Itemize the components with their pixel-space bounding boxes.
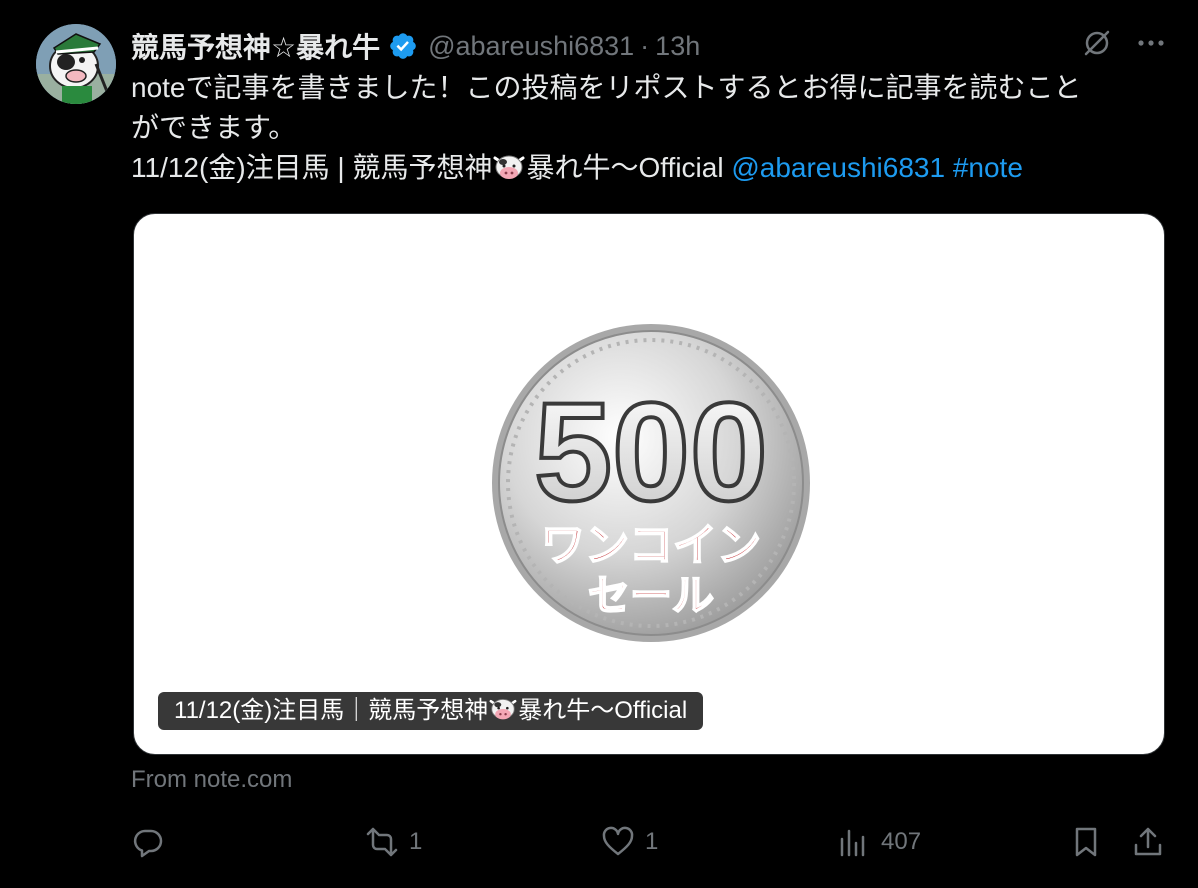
post-text-line-1: noteで記事を書きました！この投稿をリポストするとお得に記事を読むこと <box>131 72 1082 103</box>
post-text-prefix: 11/12(金)注目馬 | 競馬予想神 <box>131 152 493 183</box>
bookmark-icon <box>1075 827 1097 857</box>
repost-button[interactable]: 1 <box>365 822 422 862</box>
like-button[interactable]: 1 <box>601 822 658 862</box>
post-text-suffix: 暴れ牛〜Official <box>526 152 724 183</box>
card-title: 11/12(金)注目馬｜競馬予想神 暴れ牛〜Official <box>158 692 704 730</box>
like-count: 1 <box>645 828 659 855</box>
coin-image: 500 ワンコイン セール <box>492 324 810 642</box>
cow-emoji-icon <box>492 152 526 182</box>
coin-text-1: ワンコイン <box>541 520 761 571</box>
share-icon <box>1134 827 1162 856</box>
cow-emoji-icon <box>488 696 518 722</box>
verified-badge-icon <box>388 31 418 61</box>
post-text-line-3: 11/12(金)注目馬 | 競馬予想神 暴れ牛〜Official @abareus… <box>131 148 1161 188</box>
action-bar: 1 1 407 <box>131 822 1171 862</box>
more-icon[interactable] <box>1134 26 1168 60</box>
meta-separator: · <box>640 30 650 61</box>
share-button[interactable] <box>1131 822 1165 862</box>
post-time[interactable]: 13h <box>655 31 700 62</box>
post[interactable]: 競馬予想神☆暴れ牛 @abareushi6831 · 13h noteで記事を書… <box>0 0 1198 888</box>
heart-icon <box>602 826 634 856</box>
reply-icon <box>133 829 163 858</box>
card-title-suffix: 暴れ牛〜Official <box>518 697 688 724</box>
post-header: 競馬予想神☆暴れ牛 @abareushi6831 · 13h <box>131 26 700 66</box>
coin-value: 500 <box>534 373 768 530</box>
repost-count: 1 <box>409 828 423 855</box>
card-title-prefix: 11/12(金)注目馬｜競馬予想神 <box>174 697 489 724</box>
card-source[interactable]: From note.com <box>131 766 292 794</box>
avatar[interactable] <box>36 24 116 104</box>
avatar-image <box>36 24 116 104</box>
grok-icon[interactable] <box>1080 26 1114 60</box>
mention-link[interactable]: @abareushi6831 <box>731 152 945 183</box>
views-button[interactable]: 407 <box>837 822 921 862</box>
bookmark-button[interactable] <box>1069 822 1103 862</box>
top-actions <box>1080 26 1168 60</box>
post-text-line-2: ができます。 <box>131 112 297 143</box>
author-display-name[interactable]: 競馬予想神☆暴れ牛 <box>131 26 380 66</box>
post-text: noteで記事を書きました！この投稿をリポストするとお得に記事を読むこと ができ… <box>131 68 1161 188</box>
views-icon <box>840 829 865 857</box>
link-card[interactable]: 500 ワンコイン セール 11/12(金)注目馬｜競馬予想神 暴れ牛〜Offic… <box>133 213 1165 755</box>
repost-icon <box>366 827 398 857</box>
reply-button[interactable] <box>131 822 175 862</box>
coin-text-2: セール <box>588 571 714 620</box>
hashtag-link[interactable]: #note <box>953 152 1023 183</box>
author-handle[interactable]: @abareushi6831 <box>428 31 634 62</box>
views-count: 407 <box>881 828 922 855</box>
